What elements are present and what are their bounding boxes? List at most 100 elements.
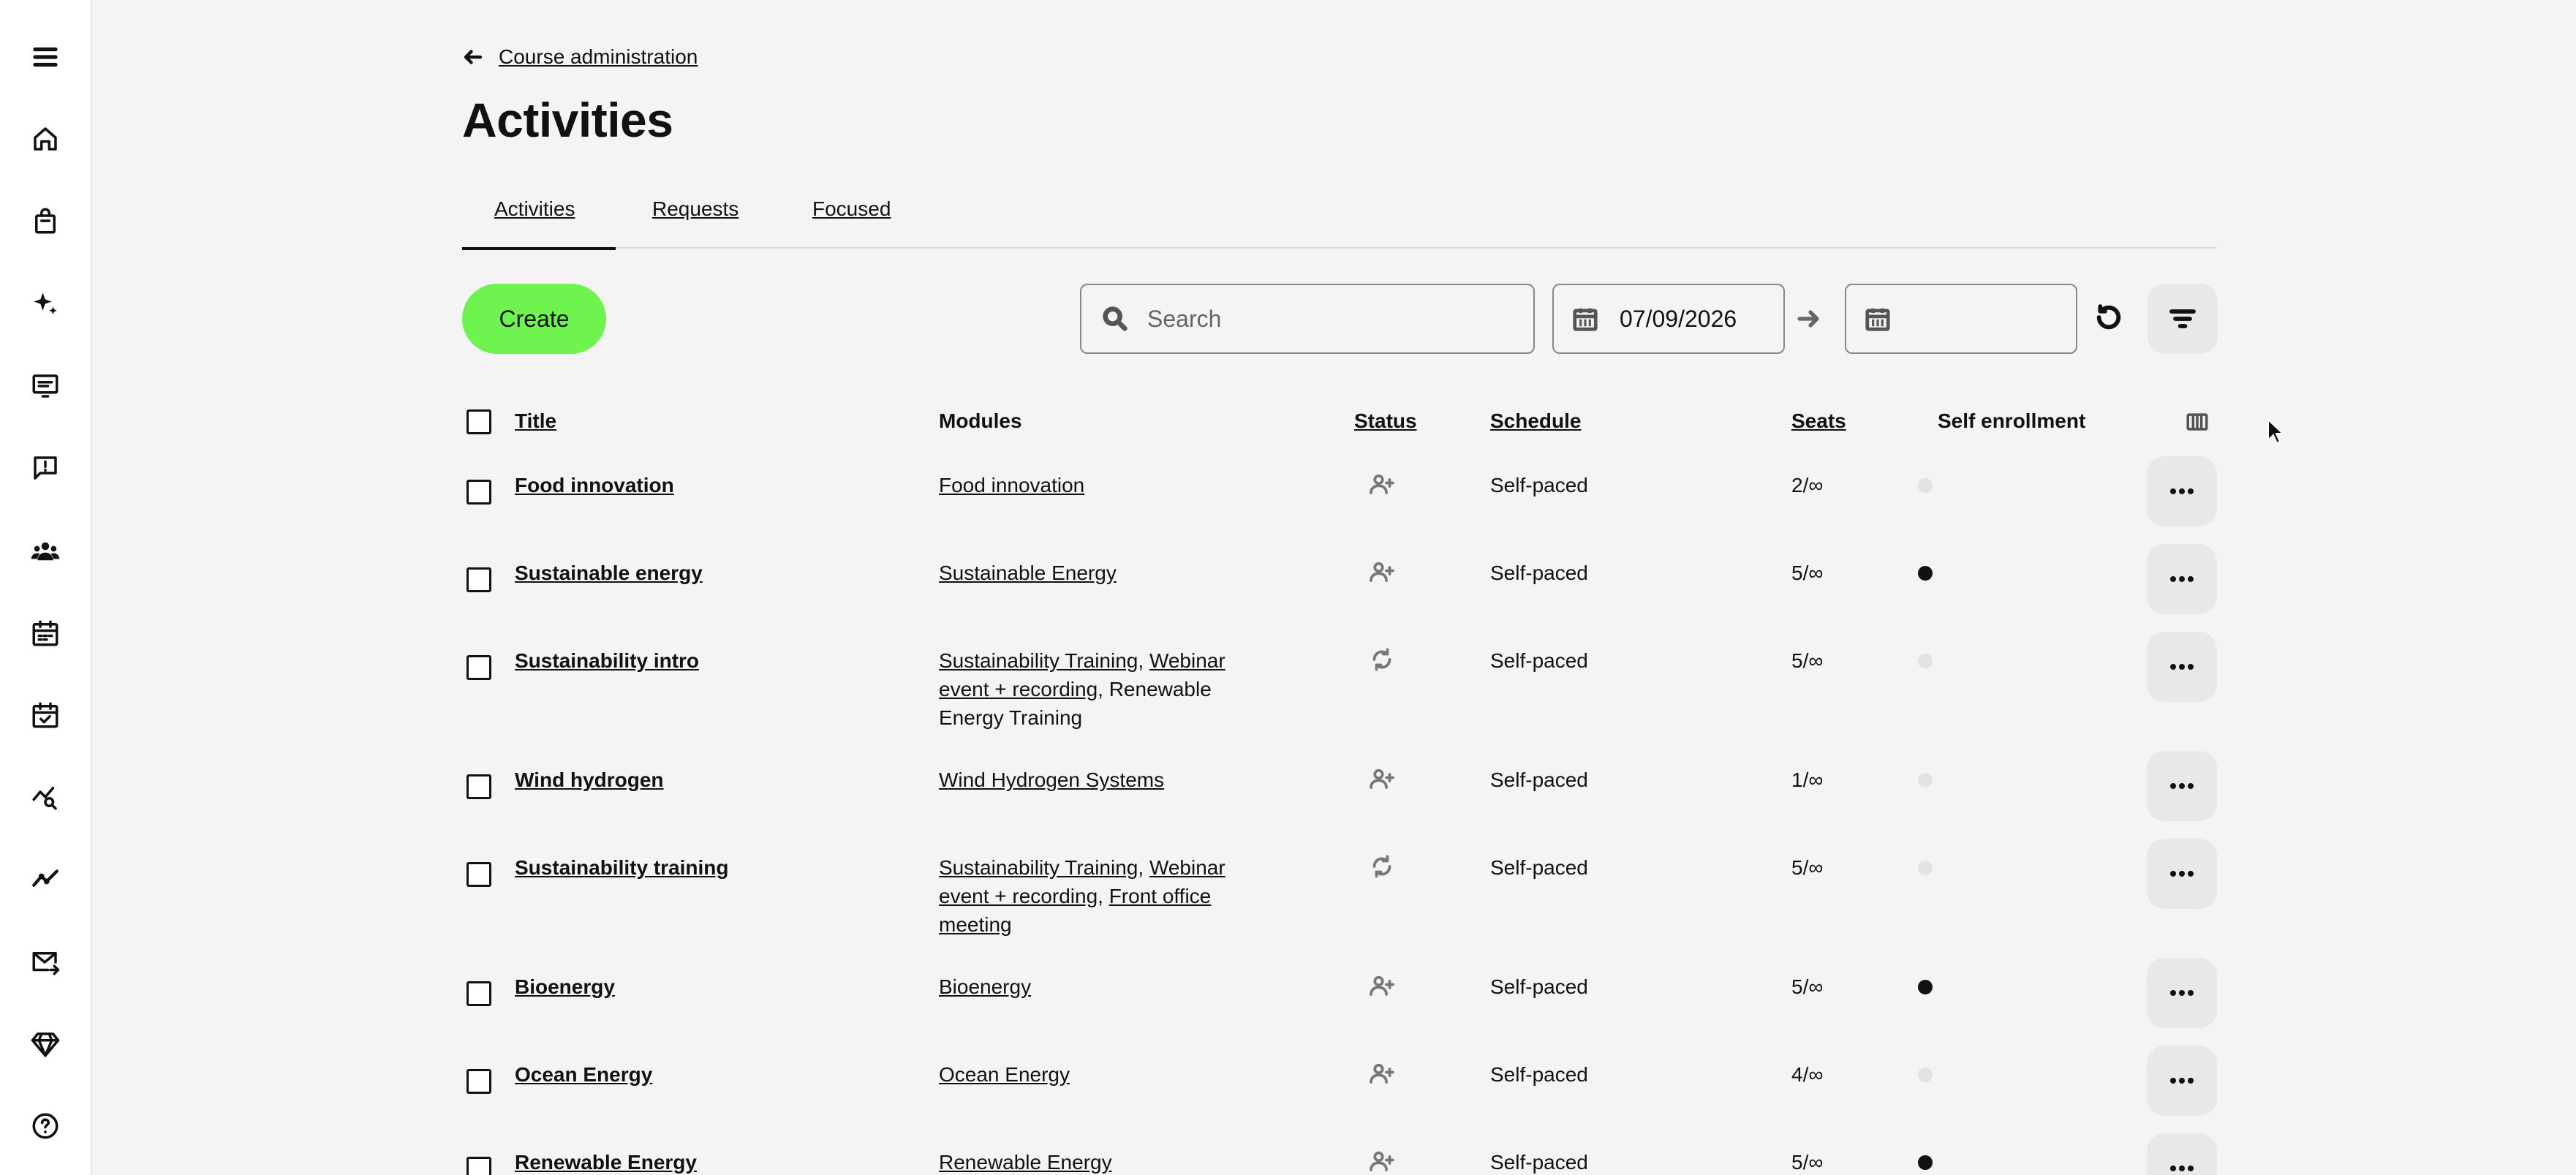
more-actions-button[interactable]: [2147, 751, 2217, 821]
date-from-value: 07/09/2026: [1620, 305, 1737, 332]
calendar-icon[interactable]: [28, 616, 63, 651]
seats-value: 4/∞: [1791, 1063, 1824, 1086]
sparkles-icon[interactable]: [28, 287, 63, 322]
filter-icon: [2169, 309, 2196, 328]
more-actions-button[interactable]: [2147, 456, 2217, 526]
more-actions-button[interactable]: [2147, 1133, 2217, 1175]
column-schedule[interactable]: Schedule: [1490, 409, 1581, 433]
more-actions-button[interactable]: [2147, 1046, 2217, 1116]
column-seats[interactable]: Seats: [1791, 409, 1846, 433]
sidebar: [0, 0, 92, 1175]
seats-value: 5/∞: [1791, 649, 1824, 672]
module-link[interactable]: Wind Hydrogen Systems: [939, 768, 1164, 791]
more-horizontal-icon: [2170, 664, 2194, 670]
activity-title-link[interactable]: Bioenergy: [515, 972, 615, 1001]
more-actions-button[interactable]: [2147, 839, 2217, 909]
date-to-field[interactable]: [1845, 284, 2077, 354]
column-self-enrollment: Self enrollment: [1938, 409, 2086, 432]
reset-icon[interactable]: [2094, 303, 2123, 336]
filter-button[interactable]: [2148, 284, 2218, 354]
menu-icon[interactable]: [28, 39, 63, 75]
table-header: Title Modules Status Schedule Seats Self…: [462, 409, 2217, 439]
row-checkbox[interactable]: [467, 862, 491, 887]
module-link[interactable]: Renewable Energy: [939, 1151, 1112, 1174]
columns-icon[interactable]: [2185, 409, 2210, 438]
self-enrollment-indicator: [1918, 478, 1933, 493]
activity-title-link[interactable]: Sustainability training: [515, 853, 728, 882]
row-checkbox[interactable]: [467, 981, 491, 1006]
modules-cell: Sustainability Training, Webinar event +…: [939, 646, 1275, 732]
search-input[interactable]: [1147, 305, 1513, 333]
activity-title-link[interactable]: Wind hydrogen: [515, 766, 664, 794]
sync-icon: [1369, 853, 1395, 887]
schedule-value: Self-paced: [1490, 1151, 1588, 1174]
arrow-right-icon: [1795, 306, 1821, 336]
more-horizontal-icon: [2170, 990, 2194, 996]
row-checkbox[interactable]: [467, 1069, 491, 1094]
add-user-icon: [1369, 1148, 1395, 1175]
row-checkbox[interactable]: [467, 774, 491, 799]
activity-title-link[interactable]: Sustainable energy: [515, 559, 703, 587]
module-separator: ,: [1138, 649, 1149, 672]
module-link[interactable]: Sustainability Training: [939, 856, 1138, 879]
self-enrollment-indicator: [1918, 1068, 1933, 1082]
activity-title-link[interactable]: Sustainability intro: [515, 646, 699, 675]
modules-cell: Bioenergy: [939, 972, 1275, 1001]
home-icon[interactable]: [28, 121, 63, 156]
add-user-icon: [1369, 972, 1395, 1006]
users-icon[interactable]: [28, 534, 63, 569]
self-enrollment-indicator: [1918, 861, 1933, 875]
tab-requests[interactable]: Requests: [652, 196, 739, 249]
self-enrollment-indicator: [1918, 980, 1933, 994]
tab-focused[interactable]: Focused: [812, 196, 891, 249]
activity-title-link[interactable]: Renewable Energy: [515, 1148, 697, 1175]
column-modules: Modules: [939, 409, 1022, 432]
modules-cell: Food innovation: [939, 471, 1275, 499]
activity-title-link[interactable]: Food innovation: [515, 471, 674, 499]
self-enrollment-indicator: [1918, 566, 1933, 581]
diamond-icon[interactable]: [28, 1027, 63, 1062]
more-actions-button[interactable]: [2147, 544, 2217, 614]
modules-cell: Ocean Energy: [939, 1060, 1275, 1089]
select-all-checkbox[interactable]: [467, 409, 491, 434]
tab-activities[interactable]: Activities: [462, 196, 616, 250]
more-horizontal-icon: [2170, 783, 2194, 789]
row-checkbox[interactable]: [467, 655, 491, 680]
module-separator: ,: [1098, 885, 1109, 907]
add-user-icon: [1369, 559, 1395, 592]
module-link[interactable]: Food innovation: [939, 474, 1084, 496]
search-field[interactable]: [1080, 284, 1535, 354]
trend-line-icon[interactable]: [28, 861, 63, 896]
calendar-check-icon[interactable]: [28, 698, 63, 733]
analytics-search-icon[interactable]: [28, 779, 63, 815]
module-link[interactable]: Ocean Energy: [939, 1063, 1070, 1086]
schedule-value: Self-paced: [1490, 562, 1588, 584]
date-from-field[interactable]: 07/09/2026: [1552, 284, 1785, 354]
page-title: Activities: [462, 93, 673, 147]
modules-cell: Sustainability Training, Webinar event +…: [939, 853, 1275, 939]
modules-cell: Sustainable Energy: [939, 559, 1275, 587]
module-link[interactable]: Bioenergy: [939, 975, 1031, 998]
back-link-label[interactable]: Course administration: [499, 45, 698, 69]
more-horizontal-icon: [2170, 488, 2194, 494]
activity-title-link[interactable]: Ocean Energy: [515, 1060, 652, 1089]
column-title[interactable]: Title: [515, 409, 556, 433]
row-checkbox[interactable]: [467, 1157, 491, 1175]
more-actions-button[interactable]: [2147, 632, 2217, 702]
schedule-value: Self-paced: [1490, 649, 1588, 672]
module-link[interactable]: Sustainable Energy: [939, 562, 1117, 584]
more-horizontal-icon: [2170, 576, 2194, 582]
create-button[interactable]: Create: [462, 284, 606, 354]
calendar-icon: [1865, 308, 1890, 331]
column-status[interactable]: Status: [1354, 409, 1417, 433]
help-icon[interactable]: [28, 1108, 63, 1144]
presentation-icon[interactable]: [28, 369, 63, 404]
row-checkbox[interactable]: [467, 480, 491, 505]
feedback-icon[interactable]: [28, 450, 63, 486]
mail-send-icon[interactable]: [28, 945, 63, 980]
back-link[interactable]: Course administration: [462, 45, 698, 69]
more-actions-button[interactable]: [2147, 958, 2217, 1028]
shopping-bag-icon[interactable]: [28, 203, 63, 238]
row-checkbox[interactable]: [467, 567, 491, 592]
module-link[interactable]: Sustainability Training: [939, 649, 1138, 672]
